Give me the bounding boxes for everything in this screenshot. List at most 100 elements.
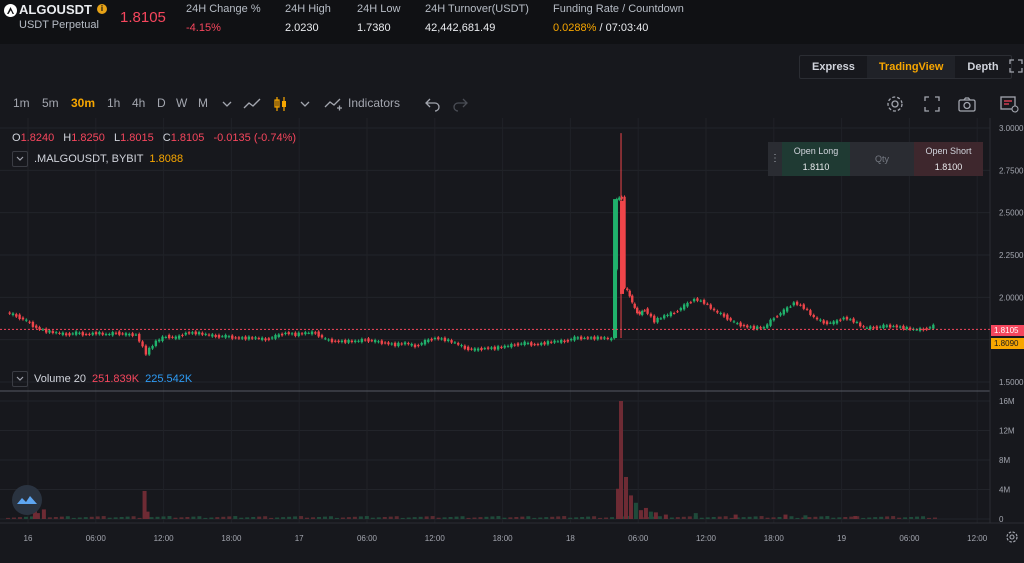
candle-body <box>563 340 566 343</box>
info-icon[interactable]: i <box>97 4 107 14</box>
price-tick-label: 2.7500 <box>999 166 1024 175</box>
timeframe-4h[interactable]: 4h <box>132 96 145 110</box>
volume-axis[interactable]: 16M 12M 8M 4M 0 <box>999 397 1015 524</box>
candle-body <box>440 338 443 340</box>
time-tick-label: 18 <box>566 534 575 543</box>
volume-bar <box>460 516 465 519</box>
price-chart[interactable]: 3.0000 2.7500 2.5000 2.2500 2.0000 1.5000 16M… <box>0 118 1024 563</box>
candle-body <box>676 311 679 313</box>
camera-icon[interactable] <box>957 94 977 114</box>
timeframe-1h[interactable]: 1h <box>107 96 120 110</box>
candle-body <box>254 337 257 339</box>
volume-bar <box>574 517 579 519</box>
timeframe-1m[interactable]: 1m <box>13 96 30 110</box>
drag-handle-icon[interactable]: ⋮ <box>768 142 782 176</box>
candle-body <box>443 337 447 342</box>
volume-bar <box>95 516 100 519</box>
candle-body <box>84 334 88 336</box>
chevron-down-icon[interactable] <box>295 94 315 114</box>
volume-bar <box>502 517 507 519</box>
legend-collapse-toggle[interactable] <box>12 151 28 167</box>
timeframe-5m[interactable]: 5m <box>42 96 59 110</box>
volume-bar <box>526 516 531 519</box>
open-short-button[interactable]: Open Short 1.8100 <box>914 142 983 176</box>
settings-gear-icon[interactable] <box>885 94 905 114</box>
candle-body <box>729 318 732 321</box>
fullscreen-icon[interactable] <box>1009 59 1023 73</box>
view-express[interactable]: Express <box>800 56 867 78</box>
chart-settings-icon[interactable] <box>999 94 1019 114</box>
candle-body <box>207 334 211 336</box>
qty-input[interactable]: Qty <box>850 142 914 176</box>
volume-bar <box>293 516 298 519</box>
candle-body <box>407 343 410 345</box>
redo-icon[interactable] <box>450 94 470 114</box>
volume-bar <box>681 516 686 519</box>
volume-bar <box>765 517 770 519</box>
volume-bar <box>789 516 794 519</box>
volume-tick-label: 4M <box>999 486 1010 495</box>
mountain-logo-icon <box>17 496 37 504</box>
indicators-icon[interactable] <box>323 94 343 114</box>
stat-label: 24H Change % <box>186 3 261 15</box>
stat-24h-turnover: 24H Turnover(USDT) 42,442,681.49 <box>425 3 529 34</box>
candlestick-icon[interactable] <box>271 94 291 114</box>
volume-bar <box>454 516 459 519</box>
volume-bar <box>6 517 10 519</box>
candle-body <box>128 333 131 336</box>
candle-body <box>300 333 304 335</box>
timeframe-30m[interactable]: 30m <box>71 96 95 110</box>
volume-bar <box>299 516 304 519</box>
view-tradingview[interactable]: TradingView <box>866 56 956 78</box>
candle-body <box>746 325 749 328</box>
candle-body <box>91 332 94 335</box>
chevron-down-icon[interactable] <box>217 94 237 114</box>
candle-body <box>350 340 354 343</box>
timeframe-w[interactable]: W <box>176 96 187 110</box>
volume-bar <box>239 517 244 519</box>
symbol-name[interactable]: ALGOUSDT <box>19 2 92 17</box>
candle-body <box>520 343 523 345</box>
candle-body <box>317 331 320 337</box>
candle-body <box>576 337 580 339</box>
volume-collapse-toggle[interactable] <box>12 371 28 387</box>
candle-body <box>540 342 543 345</box>
candle-body <box>653 315 656 323</box>
candle-body <box>888 324 892 328</box>
timeframe-d[interactable]: D <box>157 96 166 110</box>
volume-bar <box>424 516 429 519</box>
volume-bar <box>598 517 603 519</box>
view-depth[interactable]: Depth <box>955 56 1010 78</box>
candle-body <box>583 337 586 339</box>
candle-body <box>656 317 659 323</box>
candle-body <box>825 321 829 325</box>
line-chart-icon[interactable] <box>242 94 262 114</box>
fullscreen-chart-icon[interactable] <box>922 94 942 114</box>
series-name: .MALGOUSDT, BYBIT <box>34 153 144 165</box>
candle-body <box>41 329 45 331</box>
ohlc-legend: O1.8240 H1.8250 L1.8015 C1.8105 -0.0135 … <box>12 132 299 144</box>
candle-body <box>486 347 490 349</box>
time-axis[interactable]: 16 06:00 12:00 18:00 17 06:00 12:00 18:00 18 06:0… <box>24 534 988 543</box>
undo-icon[interactable] <box>423 94 443 114</box>
open-long-button[interactable]: Open Long 1.8110 <box>782 142 850 176</box>
candle-body <box>686 302 689 307</box>
volume-bar <box>113 517 118 519</box>
candle-body <box>420 343 423 345</box>
axis-settings-gear-icon[interactable] <box>1006 531 1018 543</box>
candle-body <box>134 334 138 336</box>
candle-body <box>812 314 815 317</box>
candle-body <box>237 337 241 339</box>
candle-body <box>772 318 776 321</box>
candle-body <box>447 339 450 342</box>
candle-body <box>865 327 869 329</box>
timeframe-m[interactable]: M <box>198 96 208 110</box>
candle-body <box>54 332 58 334</box>
candle-body <box>762 327 766 329</box>
candle-body <box>174 336 177 339</box>
indicators-button[interactable]: Indicators <box>348 96 400 110</box>
candle-body <box>815 317 819 320</box>
volume-bar <box>733 514 738 519</box>
tradingview-logo[interactable] <box>12 485 42 515</box>
volume-bar <box>711 516 716 519</box>
